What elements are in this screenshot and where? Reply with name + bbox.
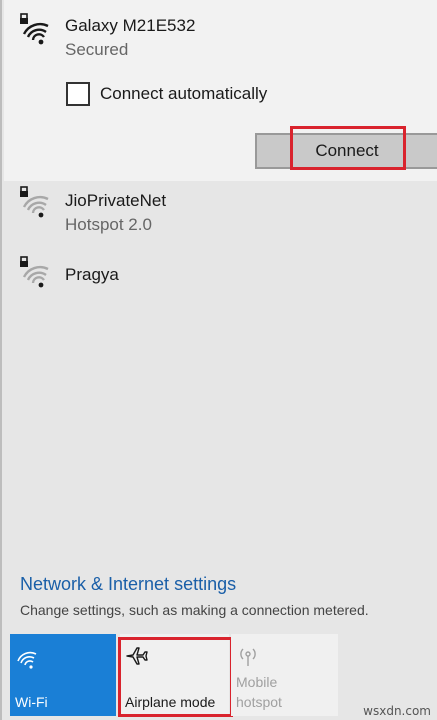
wifi-lock-icon (20, 256, 49, 288)
connect-button-label: Connect (315, 141, 379, 160)
auto-connect-label[interactable]: Connect automatically (100, 84, 267, 104)
airplane-mode-tile[interactable]: Airplane mode (120, 634, 229, 716)
network-status: Hotspot 2.0 (65, 215, 152, 234)
network-status: Secured (65, 40, 129, 59)
network-flyout: Galaxy M21E532 Secured Connect automatic… (0, 0, 437, 720)
network-name: Pragya (65, 265, 119, 284)
network-item-galaxy[interactable]: Galaxy M21E532 Secured Connect automatic… (4, 0, 437, 181)
network-settings-description: Change settings, such as making a connec… (20, 602, 369, 618)
network-settings-link[interactable]: Network & Internet settings (20, 574, 236, 595)
wifi-icon (17, 651, 37, 669)
network-item-jioprivatenet[interactable]: JioPrivateNet Hotspot 2.0 (4, 181, 437, 251)
wifi-lock-icon (20, 186, 49, 218)
wifi-toggle-tile[interactable]: Wi-Fi (10, 634, 116, 716)
network-name: Galaxy M21E532 (65, 16, 196, 35)
mobile-hotspot-tile[interactable]: Mobile hotspot (231, 634, 338, 716)
network-name: JioPrivateNet (65, 191, 167, 210)
hotspot-tile-label-line2: hotspot (236, 694, 282, 710)
airplane-icon (126, 647, 148, 665)
watermark: wsxdn.com (363, 704, 431, 718)
connect-button[interactable]: Connect (255, 133, 437, 169)
wifi-lock-icon (20, 13, 49, 45)
hotspot-icon (240, 648, 256, 666)
airplane-tile-label: Airplane mode (125, 694, 216, 710)
hotspot-tile-label-line1: Mobile (236, 674, 278, 690)
network-item-pragya[interactable]: Pragya (4, 251, 437, 301)
auto-connect-checkbox[interactable] (66, 82, 90, 106)
wifi-tile-label: Wi-Fi (15, 694, 48, 710)
